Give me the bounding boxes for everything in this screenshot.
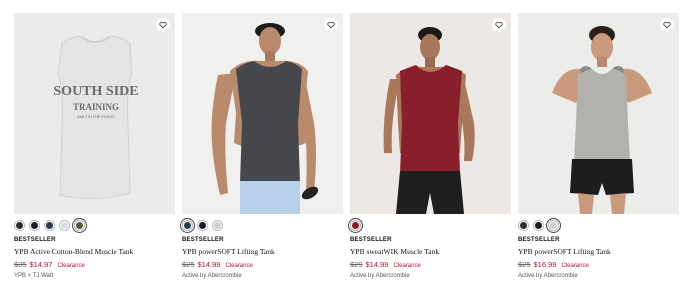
product-name-link[interactable]: YPB Active Cotton-Blend Muscle Tank xyxy=(14,247,175,256)
swatch-selected[interactable] xyxy=(350,220,361,231)
graphic-line-3: BUILT IN THE STUDIO xyxy=(77,115,114,119)
swatch[interactable] xyxy=(29,220,40,231)
price-row: $35 $14.97 Clearance xyxy=(14,260,175,269)
bestseller-badge: BESTSELLER xyxy=(350,237,392,243)
swatch-selected[interactable] xyxy=(74,220,85,231)
original-price: $35 xyxy=(14,260,27,269)
product-card[interactable]: BESTSELLER YPB powerSOFT Lifting Tank $2… xyxy=(518,13,679,279)
sale-price: $14.97 xyxy=(29,260,53,269)
charcoal-tank-model-image[interactable] xyxy=(182,13,343,214)
price-row: $25 $16.99 Clearance xyxy=(518,260,679,269)
swatch[interactable] xyxy=(518,220,529,231)
product-card[interactable]: SOUTH SIDE TRAINING BUILT IN THE STUDIO … xyxy=(14,13,175,279)
bestseller-badge: BESTSELLER xyxy=(518,237,560,243)
swatch[interactable] xyxy=(212,220,223,231)
swatch[interactable] xyxy=(44,220,55,231)
bestseller-badge: BESTSELLER xyxy=(182,237,224,243)
clearance-label: Clearance xyxy=(393,263,421,269)
product-card[interactable]: BESTSELLER YPB powerSOFT Lifting Tank $2… xyxy=(182,13,343,279)
swatch[interactable] xyxy=(59,220,70,231)
product-name-link[interactable]: YPB powerSOFT Lifting Tank xyxy=(182,247,343,256)
swatch-selected[interactable] xyxy=(182,220,193,231)
sale-price: $16.99 xyxy=(533,260,557,269)
price-row: $25 $14.99 Clearance xyxy=(182,260,343,269)
brand-label: Active by Abercrombie xyxy=(350,273,410,279)
product-card[interactable]: BESTSELLER YPB sweatWIK Muscle Tank $29 … xyxy=(350,13,511,279)
wishlist-heart-icon[interactable] xyxy=(156,18,170,32)
model-illustration xyxy=(552,26,652,214)
clearance-label: Clearance xyxy=(57,263,85,269)
price-row: $29 $14.99 Clearance xyxy=(350,260,511,269)
original-price: $25 xyxy=(182,260,195,269)
clearance-label: Clearance xyxy=(225,263,253,269)
model-illustration xyxy=(211,23,319,214)
sale-price: $14.99 xyxy=(197,260,221,269)
original-price: $29 xyxy=(350,260,363,269)
color-swatches xyxy=(518,220,679,231)
wishlist-heart-icon[interactable] xyxy=(660,18,674,32)
product-name-link[interactable]: YPB powerSOFT Lifting Tank xyxy=(518,247,679,256)
grey-tank-model-image[interactable] xyxy=(518,13,679,214)
color-swatches xyxy=(14,220,175,231)
graphic-line-2: TRAINING xyxy=(73,102,119,112)
wishlist-heart-icon[interactable] xyxy=(492,18,506,32)
swatch[interactable] xyxy=(197,220,208,231)
graphic-line-1: SOUTH SIDE xyxy=(53,84,138,99)
product-grid: SOUTH SIDE TRAINING BUILT IN THE STUDIO … xyxy=(0,0,690,286)
burgundy-tank-model-image[interactable] xyxy=(350,13,511,214)
brand-label: Active by Abercrombie xyxy=(182,273,242,279)
color-swatches xyxy=(350,220,511,231)
model-illustration xyxy=(383,27,475,214)
color-swatches xyxy=(182,220,343,231)
product-name-link[interactable]: YPB sweatWIK Muscle Tank xyxy=(350,247,511,256)
brand-label: Active by Abercrombie xyxy=(518,273,578,279)
tank-illustration: SOUTH SIDE TRAINING BUILT IN THE STUDIO xyxy=(53,36,139,200)
bestseller-badge: BESTSELLER xyxy=(14,237,56,243)
sale-price: $14.99 xyxy=(365,260,389,269)
swatch[interactable] xyxy=(533,220,544,231)
swatch-selected[interactable] xyxy=(548,220,559,231)
brand-label: YPB × TJ Watt xyxy=(14,273,54,279)
sleeveless-tee-product-image[interactable]: SOUTH SIDE TRAINING BUILT IN THE STUDIO xyxy=(14,13,175,214)
wishlist-heart-icon[interactable] xyxy=(324,18,338,32)
original-price: $25 xyxy=(518,260,531,269)
swatch[interactable] xyxy=(14,220,25,231)
clearance-label: Clearance xyxy=(561,263,589,269)
